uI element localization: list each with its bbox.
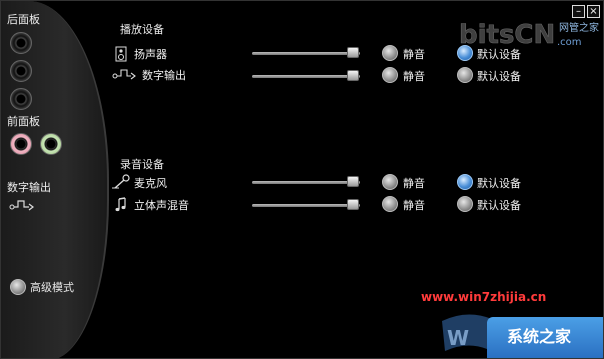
slider-track xyxy=(252,52,360,55)
stereo-mix-default-label: 默认设备 xyxy=(477,199,521,212)
speaker-mute-label: 静音 xyxy=(403,48,425,61)
microphone-default-label: 默认设备 xyxy=(477,177,521,190)
advanced-mode-radio[interactable] xyxy=(10,279,26,295)
digital-out-default-radio[interactable] xyxy=(457,67,473,83)
slider-thumb[interactable] xyxy=(347,47,359,58)
slider-thumb[interactable] xyxy=(347,199,359,210)
digital-out-volume-slider[interactable] xyxy=(252,70,360,81)
microphone-mute-radio[interactable] xyxy=(382,174,398,190)
speaker-icon xyxy=(115,46,127,62)
digital-out-icon xyxy=(9,200,34,211)
svg-text:.com: .com xyxy=(557,37,582,48)
stereo-mix-mute-label: 静音 xyxy=(403,199,425,212)
slider-thumb[interactable] xyxy=(347,176,359,187)
stereo-mix-label: 立体声混音 xyxy=(134,199,189,212)
digital-out-mute-radio[interactable] xyxy=(382,67,398,83)
digital-out-default-label: 默认设备 xyxy=(477,70,521,83)
microphone-volume-slider[interactable] xyxy=(252,176,360,187)
xitongzhijia-watermark: 系统之家 xyxy=(507,327,572,346)
digital-out-mute-label: 静音 xyxy=(403,70,425,83)
microphone-label: 麦克风 xyxy=(134,177,167,190)
svg-text:bitsCN: bitsCN xyxy=(459,20,555,50)
microphone-mute-label: 静音 xyxy=(403,177,425,190)
front-jack-pink[interactable] xyxy=(10,133,32,155)
rear-jack-2[interactable] xyxy=(10,60,32,82)
front-jack-green[interactable] xyxy=(40,133,62,155)
digital-out-label: 数字输出 xyxy=(7,181,51,194)
svg-text:W: W xyxy=(447,326,469,350)
stereo-mix-default-radio[interactable] xyxy=(457,196,473,212)
music-note-icon xyxy=(115,197,126,212)
slider-thumb[interactable] xyxy=(347,70,359,81)
recording-section-title: 录音设备 xyxy=(120,158,164,171)
audio-manager-window: 后面板 前面板 数字输出 高级模式 播放设备 扬声器 静音 默认设备 数字输出 … xyxy=(0,0,604,359)
advanced-mode-label: 高级模式 xyxy=(30,281,74,294)
speaker-label: 扬声器 xyxy=(134,48,167,61)
speaker-mute-radio[interactable] xyxy=(382,45,398,61)
playback-section-title: 播放设备 xyxy=(120,23,164,36)
win7zhijia-url-watermark: www.win7zhijia.cn xyxy=(421,290,547,304)
microphone-icon xyxy=(112,174,130,189)
rear-panel-label: 后面板 xyxy=(7,13,40,26)
slider-track xyxy=(252,181,360,184)
speaker-volume-slider[interactable] xyxy=(252,47,360,58)
front-panel-label: 前面板 xyxy=(7,115,40,128)
slider-track xyxy=(252,75,360,78)
rear-jack-1[interactable] xyxy=(10,32,32,54)
rear-jack-3[interactable] xyxy=(10,88,32,110)
microphone-default-radio[interactable] xyxy=(457,174,473,190)
stereo-mix-volume-slider[interactable] xyxy=(252,199,360,210)
stereo-mix-mute-radio[interactable] xyxy=(382,196,398,212)
left-panel: 后面板 前面板 数字输出 高级模式 xyxy=(1,1,109,358)
digital-out-icon xyxy=(112,69,136,80)
bitscn-watermark: bitsCN 网管之家 .com xyxy=(459,20,599,51)
digital-out-device-label: 数字输出 xyxy=(142,69,186,82)
slider-track xyxy=(252,204,360,207)
svg-text:网管之家: 网管之家 xyxy=(559,21,599,34)
